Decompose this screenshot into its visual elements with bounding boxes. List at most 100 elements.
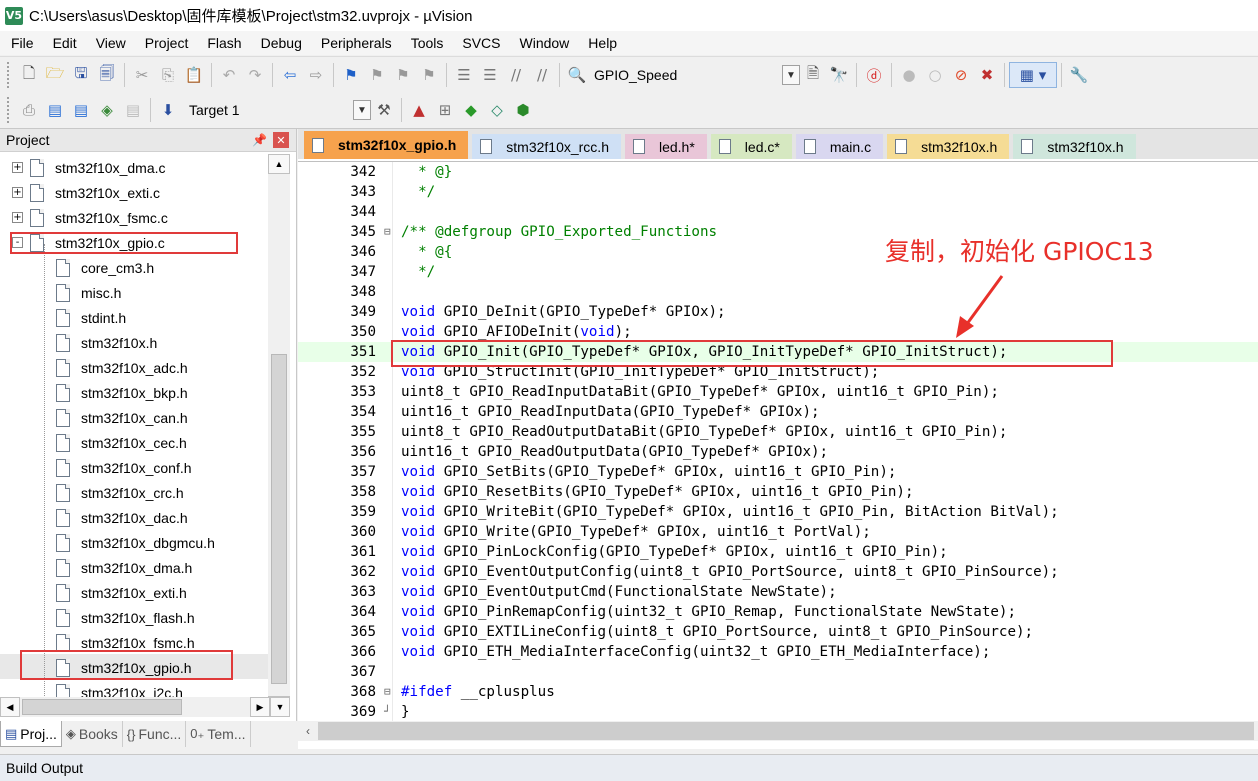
incremental-find-icon[interactable]: 🗎 <box>800 62 826 88</box>
editor-tab[interactable]: main.c <box>795 134 884 159</box>
fold-toggle-icon[interactable]: ⊟ <box>384 222 396 242</box>
tree-item[interactable]: stm32f10x_conf.h <box>56 455 192 480</box>
menu-tools[interactable]: Tools <box>400 35 452 51</box>
uncomment-icon[interactable]: // <box>529 62 555 88</box>
menu-project[interactable]: Project <box>134 35 197 51</box>
select-packs-icon[interactable]: ⊞ <box>432 97 458 123</box>
tree-item[interactable]: stm32f10x_bkp.h <box>56 380 188 405</box>
software-packs-icon[interactable]: ⬢ <box>510 97 536 123</box>
target-options-icon[interactable]: ⚒ <box>371 97 397 123</box>
paste-icon[interactable]: 📋 <box>181 62 207 88</box>
menu-edit[interactable]: Edit <box>42 35 85 51</box>
tree-item[interactable]: stm32f10x_flash.h <box>56 605 195 630</box>
manage-rte-icon[interactable]: ◆ <box>458 97 484 123</box>
scroll-thumb[interactable] <box>318 722 1254 740</box>
menu-flash[interactable]: Flash <box>196 35 249 51</box>
code-line[interactable]: 360 void GPIO_Write(GPIO_TypeDef* GPIOx, … <box>298 522 1258 542</box>
code-line[interactable]: 344 <box>298 202 1258 222</box>
next-bookmark-icon[interactable]: ⚑ <box>390 62 416 88</box>
editor-hscroll[interactable]: ‹ <box>298 721 1258 741</box>
code-line[interactable]: 369 ┘} <box>298 702 1258 722</box>
tree-item[interactable]: stm32f10x.h <box>56 330 157 355</box>
new-file-icon[interactable]: 🗋 <box>16 62 42 88</box>
panel-tab-2[interactable]: ◈ Books <box>62 721 123 747</box>
editor-tab[interactable]: stm32f10x_rcc.h <box>472 134 621 159</box>
cut-icon[interactable]: ✂ <box>129 62 155 88</box>
tree-item[interactable]: stm32f10x_dac.h <box>56 505 188 530</box>
menu-help[interactable]: Help <box>577 35 625 51</box>
comment-icon[interactable]: // <box>503 62 529 88</box>
code-line[interactable]: 356 uint16_t GPIO_ReadOutputData(GPIO_Typ… <box>298 442 1258 462</box>
find-combo[interactable]: GPIO_Speed ▼ <box>590 64 800 86</box>
build-output-panel[interactable]: Build Output <box>0 754 1258 781</box>
menu-view[interactable]: View <box>85 35 134 51</box>
code-line[interactable]: 353 uint8_t GPIO_ReadInputDataBit(GPIO_Ty… <box>298 382 1258 402</box>
tree-item[interactable]: stm32f10x_exti.h <box>56 580 187 605</box>
code-line[interactable]: 363 void GPIO_EventOutputCmd(FunctionalSt… <box>298 582 1258 602</box>
scroll-down-icon[interactable]: ▼ <box>270 697 290 717</box>
code-line[interactable]: 364 void GPIO_PinRemapConfig(uint32_t GPI… <box>298 602 1258 622</box>
code-line[interactable]: 354 uint16_t GPIO_ReadInputData(GPIO_Type… <box>298 402 1258 422</box>
breakpoint-kill-all-icon[interactable]: ✖ <box>974 62 1000 88</box>
tree-item[interactable]: + stm32f10x_exti.c <box>12 180 160 205</box>
chevron-down-icon[interactable]: ▼ <box>782 65 800 85</box>
navigate-back-icon[interactable]: ⇦ <box>277 62 303 88</box>
menu-debug[interactable]: Debug <box>250 35 310 51</box>
translate-icon[interactable]: ⎙ <box>16 97 42 123</box>
breakpoint-enable-icon[interactable]: ○ <box>922 62 948 88</box>
chevron-down-icon[interactable]: ▼ <box>353 100 371 120</box>
prev-bookmark-icon[interactable]: ⚑ <box>364 62 390 88</box>
code-line[interactable]: 368 ⊟ #ifdef __cplusplus <box>298 682 1258 702</box>
bookmark-icon[interactable]: ⚑ <box>338 62 364 88</box>
indent-icon[interactable]: ☰ <box>451 62 477 88</box>
tree-item[interactable]: stm32f10x_crc.h <box>56 480 184 505</box>
tree-item[interactable]: + stm32f10x_fsmc.c <box>12 205 168 230</box>
menu-peripherals[interactable]: Peripherals <box>310 35 400 51</box>
fold-toggle-icon[interactable]: ⊟ <box>384 682 396 702</box>
scroll-up-icon[interactable]: ▲ <box>268 154 290 174</box>
project-tree-hscroll[interactable]: ◀ ▶ ▼ <box>0 697 290 717</box>
expand-icon[interactable]: + <box>12 187 23 198</box>
scroll-thumb[interactable] <box>271 354 287 684</box>
find-in-files-icon[interactable]: 🔍 <box>564 62 590 88</box>
build-icon[interactable]: ▤ <box>42 97 68 123</box>
project-tree-vscroll[interactable]: ▲ ▼ <box>268 154 290 716</box>
code-line[interactable]: 355 uint8_t GPIO_ReadOutputDataBit(GPIO_T… <box>298 422 1258 442</box>
code-line[interactable]: 343 */ <box>298 182 1258 202</box>
manage-project-items-icon[interactable]: ▲ <box>406 97 432 123</box>
code-line[interactable]: 348 <box>298 282 1258 302</box>
code-line[interactable]: 361 void GPIO_PinLockConfig(GPIO_TypeDef*… <box>298 542 1258 562</box>
scroll-right-icon[interactable]: ▶ <box>250 697 270 717</box>
stop-build-icon[interactable]: ▤ <box>120 97 146 123</box>
tree-item[interactable]: stm32f10x_dma.h <box>56 555 192 580</box>
window-layout-icon[interactable]: ▦ ▾ <box>1009 62 1057 88</box>
tree-item[interactable]: stm32f10x_cec.h <box>56 430 187 455</box>
code-line[interactable]: 366 void GPIO_ETH_MediaInterfaceConfig(ui… <box>298 642 1258 662</box>
toolbar-grip[interactable] <box>6 61 10 89</box>
tree-item[interactable]: core_cm3.h <box>56 255 154 280</box>
tree-item[interactable]: misc.h <box>56 280 121 305</box>
copy-icon[interactable]: ⎘ <box>155 62 181 88</box>
close-icon[interactable]: ✕ <box>273 132 289 148</box>
editor-tab[interactable]: stm32f10x.h <box>887 134 1010 159</box>
breakpoint-insert-icon[interactable]: ● <box>896 62 922 88</box>
navigate-forward-icon[interactable]: ⇨ <box>303 62 329 88</box>
code-line[interactable]: 358 void GPIO_ResetBits(GPIO_TypeDef* GPI… <box>298 482 1258 502</box>
code-line[interactable]: 350 void GPIO_AFIODeInit(void); <box>298 322 1258 342</box>
clear-bookmarks-icon[interactable]: ⚑ <box>416 62 442 88</box>
unindent-icon[interactable]: ☰ <box>477 62 503 88</box>
configure-wrench-icon[interactable]: 🔧 <box>1066 62 1092 88</box>
menu-svcs[interactable]: SVCS <box>451 35 508 51</box>
editor-tab[interactable]: led.h* <box>624 134 707 159</box>
expand-icon[interactable]: + <box>12 212 23 223</box>
tree-item[interactable]: + stm32f10x_dma.c <box>12 155 166 180</box>
editor-tab[interactable]: stm32f10x_gpio.h <box>304 131 469 159</box>
find-icon[interactable]: 🔭 <box>826 62 852 88</box>
code-line[interactable]: 365 void GPIO_EXTILineConfig(uint8_t GPIO… <box>298 622 1258 642</box>
tree-item[interactable]: stdint.h <box>56 305 126 330</box>
menu-window[interactable]: Window <box>509 35 578 51</box>
code-line[interactable]: 349 void GPIO_DeInit(GPIO_TypeDef* GPIOx)… <box>298 302 1258 322</box>
editor-tab[interactable]: led.c* <box>710 134 792 159</box>
code-line[interactable]: 367 <box>298 662 1258 682</box>
fold-toggle-icon[interactable]: ┘ <box>384 702 396 722</box>
